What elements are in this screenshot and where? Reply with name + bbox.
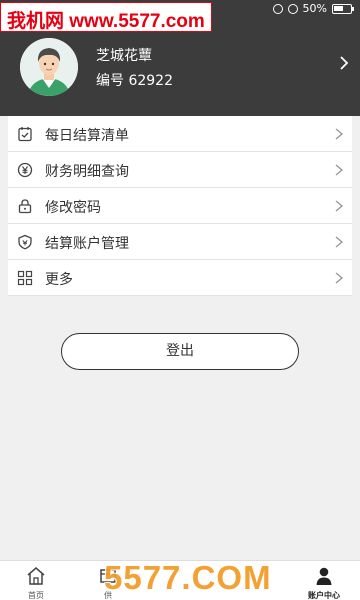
chevron-right-icon[interactable] [338, 55, 350, 71]
bottom-watermark: 5577.COM [104, 559, 272, 596]
chevron-right-icon [335, 200, 344, 212]
tab-home[interactable]: 首页 [0, 561, 72, 600]
chevron-right-icon [335, 272, 344, 284]
menu-label: 修改密码 [45, 200, 101, 216]
user-number: 编号 62922 [96, 73, 173, 89]
site-watermark: 我机网 www.5577.com [0, 2, 212, 32]
tab-label: 首页 [28, 591, 44, 600]
menu-item-finance-details[interactable]: 财务明细查询 [8, 152, 352, 188]
profile-header[interactable]: 50% 我机网 www.5577.com 芝城花蕈 编号 62922 [0, 0, 360, 116]
user-icon [316, 567, 332, 585]
shield-icon [18, 234, 32, 250]
calendar-check-icon [18, 127, 32, 142]
battery-icon [332, 3, 354, 14]
tab-label: 账户中心 [308, 591, 340, 600]
lock-icon [18, 199, 32, 214]
battery-percent: 50% [302, 2, 327, 15]
user-name: 芝城花蕈 [96, 48, 152, 64]
menu-label: 结算账户管理 [45, 236, 129, 252]
chevron-right-icon [335, 164, 344, 176]
menu-item-more[interactable]: 更多 [8, 260, 352, 296]
chevron-right-icon [335, 128, 344, 140]
alarm-icon [287, 3, 298, 14]
grid-icon [17, 270, 33, 286]
menu-item-settlement-account[interactable]: 结算账户管理 [8, 224, 352, 260]
menu-item-daily-settlement[interactable]: 每日结算清单 [8, 116, 352, 152]
home-icon [27, 567, 45, 585]
status-icons: 50% [272, 2, 354, 15]
chevron-right-icon [335, 236, 344, 248]
avatar-icon [20, 38, 78, 96]
menu-item-change-password[interactable]: 修改密码 [8, 188, 352, 224]
menu-label: 财务明细查询 [45, 164, 129, 180]
tab-account-center[interactable]: 账户中心 [288, 561, 360, 600]
logout-button[interactable]: 登出 [61, 333, 299, 370]
sync-icon [272, 3, 283, 14]
yuan-coin-icon [17, 162, 33, 178]
avatar[interactable] [20, 38, 78, 96]
account-menu: 每日结算清单 财务明细查询 修改密码 结算账户管理 更多 [8, 116, 352, 296]
menu-label: 更多 [45, 272, 73, 288]
menu-label: 每日结算清单 [45, 128, 129, 144]
